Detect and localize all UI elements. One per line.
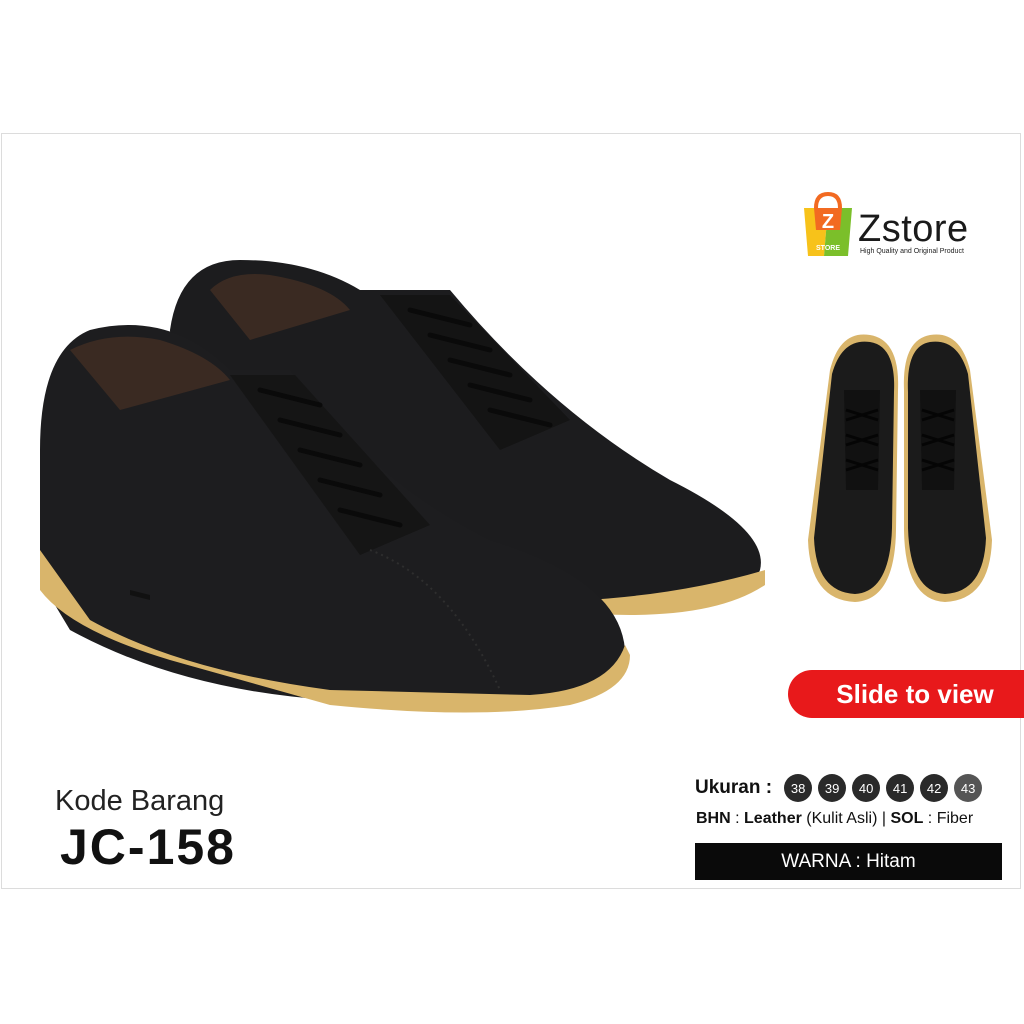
shoe-pair-side-image: [40, 260, 765, 713]
slide-to-view-button[interactable]: Slide to view: [788, 670, 1024, 718]
size-option[interactable]: 41: [886, 774, 915, 802]
material-note: (Kulit Asli): [806, 810, 878, 827]
size-list: Ukuran : 38 39 40 41 42 43: [695, 774, 983, 802]
separator: |: [881, 810, 886, 827]
svg-text:Z: Z: [822, 211, 834, 233]
size-option[interactable]: 38: [784, 774, 813, 802]
svg-text:STORE: STORE: [816, 245, 840, 252]
zstore-logo: Z STORE Zstore High Quality and Original…: [800, 190, 1000, 260]
brand-name: Zstore: [858, 208, 969, 250]
material-value: Leather: [744, 810, 802, 827]
product-code-label: Kode Barang: [55, 785, 225, 817]
size-option[interactable]: 42: [920, 774, 949, 802]
size-option[interactable]: 39: [818, 774, 847, 802]
size-option[interactable]: 40: [852, 774, 881, 802]
left-shoe-top: [808, 334, 899, 602]
sole-key: SOL: [890, 810, 924, 827]
size-option[interactable]: 43: [954, 774, 983, 802]
shopping-bag-logo-icon: Z STORE: [804, 191, 852, 256]
material-info: BHN : Leather (Kulit Asli) | SOL : Fiber: [696, 810, 974, 827]
product-code-value: JC-158: [60, 819, 236, 875]
color-bar: WARNA : Hitam: [695, 843, 1002, 880]
shoe-pair-top-image: [808, 334, 992, 602]
right-shoe-top: [903, 334, 992, 602]
brand-tagline: High Quality and Original Product: [860, 248, 964, 255]
sole-value: Fiber: [936, 810, 974, 827]
material-key: BHN: [696, 810, 731, 827]
size-label: Ukuran :: [695, 777, 773, 798]
